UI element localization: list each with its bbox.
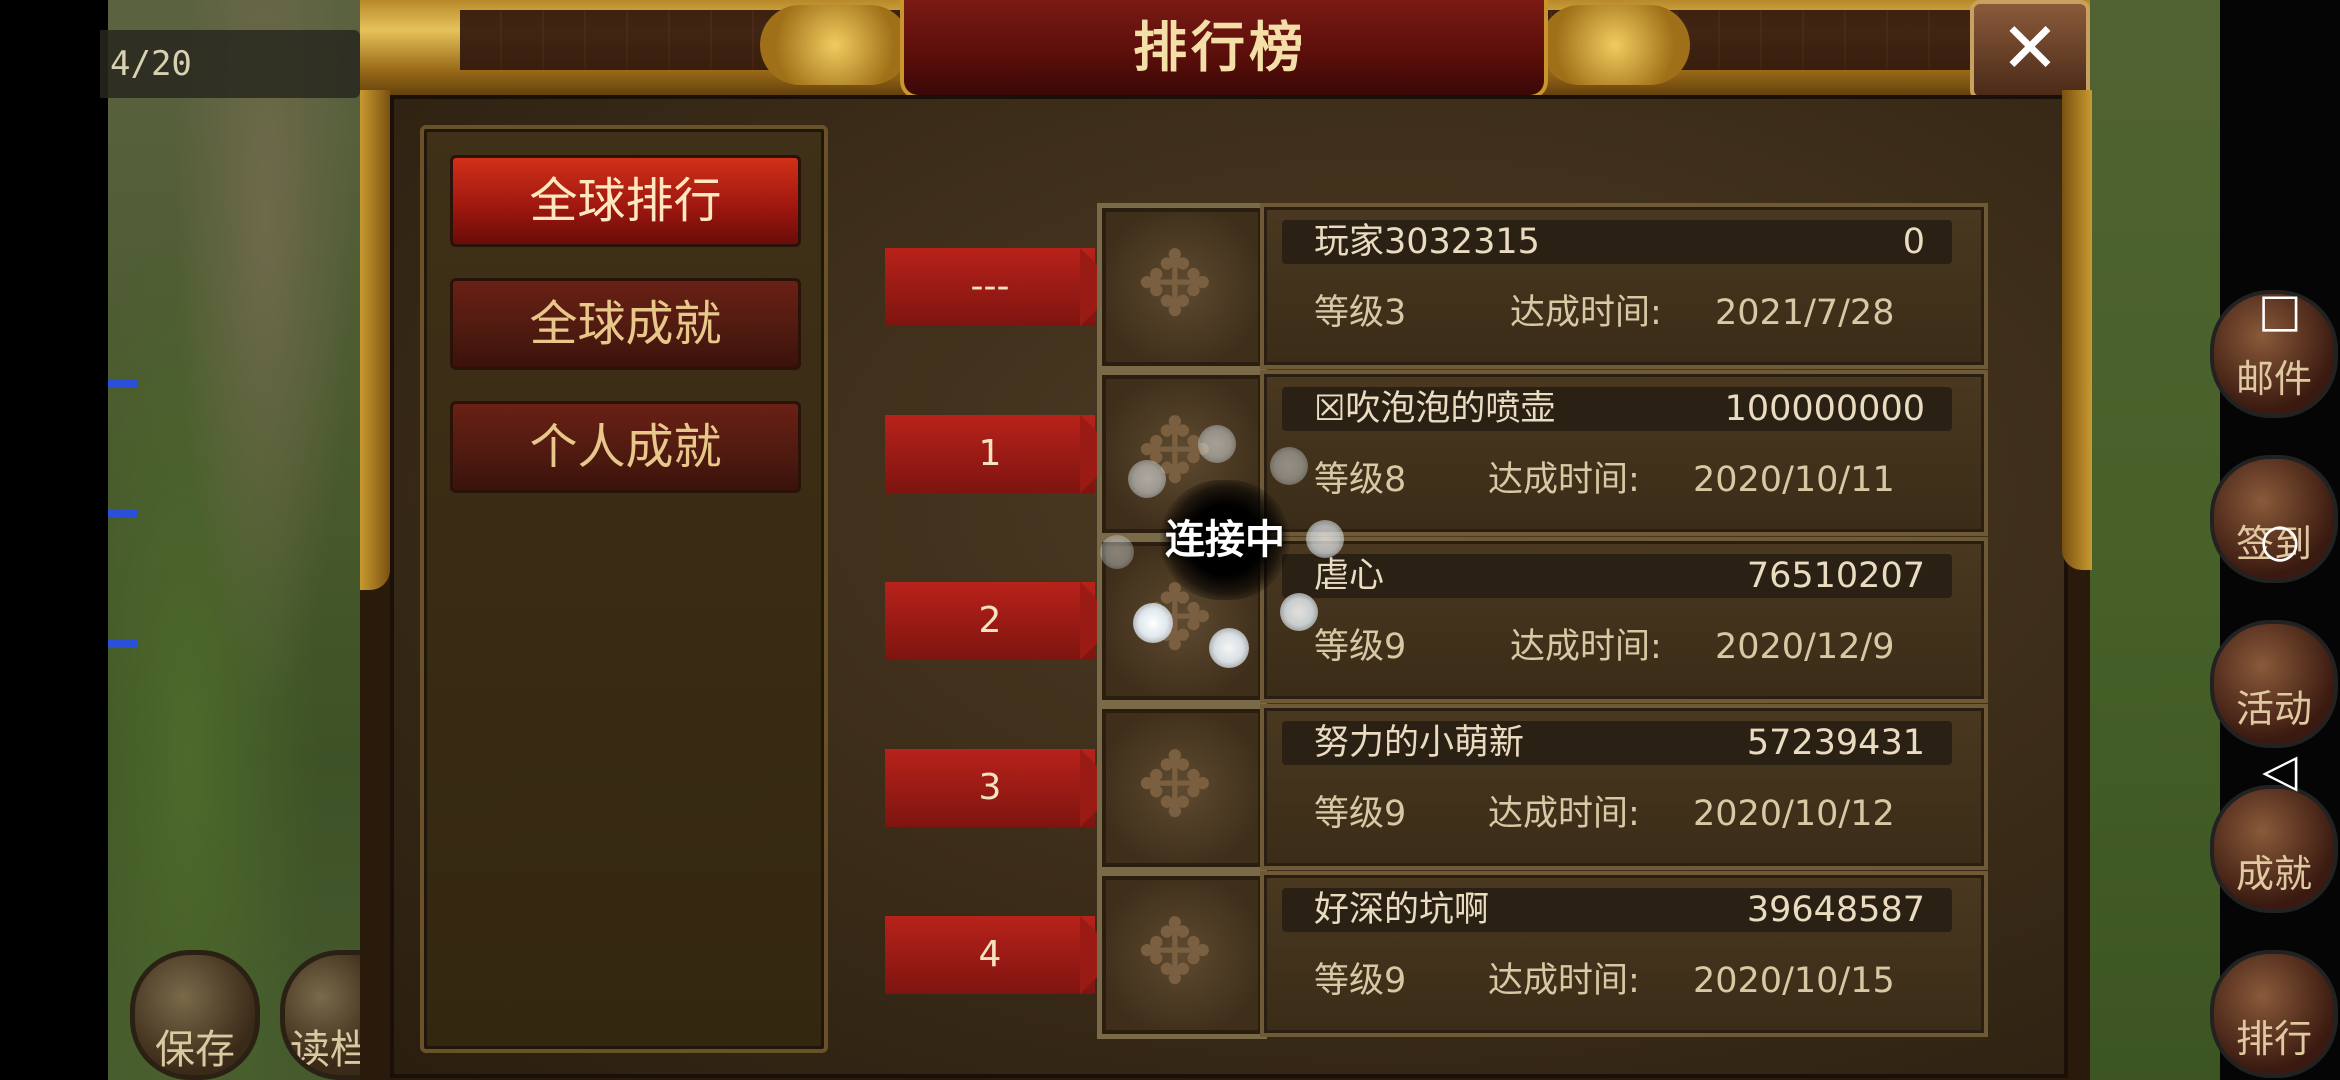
player-level: 等级9 [1314, 794, 1407, 834]
avatar-emblem-icon: ✥ [1137, 733, 1213, 838]
player-level: 等级9 [1314, 627, 1407, 667]
unit-marker [108, 640, 138, 648]
loading-dot-icon [1133, 603, 1173, 643]
loading-text: 连接中 [1165, 517, 1285, 563]
player-level: 等级8 [1314, 460, 1407, 500]
loading-dot-icon [1280, 593, 1318, 631]
save-button[interactable]: 保存 [130, 950, 260, 1080]
tab-global-achievement[interactable]: 全球成就 [450, 278, 801, 370]
game-map-background-right [2080, 0, 2220, 1080]
rank-tag: 3 [885, 749, 1095, 827]
player-name: 玩家3032315 [1314, 222, 1540, 262]
player-level: 等级3 [1314, 293, 1407, 333]
avatar-emblem-icon: ✥ [1137, 232, 1213, 337]
game-map-background [108, 0, 370, 1080]
loading-dot-icon [1209, 628, 1249, 668]
home-icon[interactable]: ○ [2255, 515, 2305, 565]
player-score: 100000000 [1724, 389, 1925, 429]
loading-dot-icon [1306, 520, 1344, 558]
rank-tag: 1 [885, 415, 1095, 493]
unit-marker [108, 380, 138, 388]
player-score: 76510207 [1746, 556, 1925, 596]
time-label: 达成时间: [1488, 961, 1640, 1001]
load-button-label: 读档 [290, 1027, 370, 1073]
player-name: ☒吹泡泡的喷壶 [1314, 389, 1556, 429]
player-score: 0 [1902, 222, 1925, 262]
achieve-date: 2020/10/15 [1693, 961, 1895, 1001]
tab-column [420, 125, 828, 1053]
avatar-emblem-icon: ✥ [1137, 900, 1213, 1005]
rank-tag: 2 [885, 582, 1095, 660]
ranking-button-label: 排行 [2235, 1017, 2312, 1061]
rank-tag: --- [885, 248, 1095, 326]
curtain-left [360, 90, 390, 590]
time-label: 达成时间: [1510, 293, 1662, 333]
hud-counter: 4/20 [100, 30, 360, 98]
mail-button-label: 邮件 [2235, 357, 2312, 401]
player-name: 好深的坑啊 [1314, 890, 1490, 930]
header-ornament-right [1540, 5, 1690, 85]
player-level: 等级9 [1314, 961, 1407, 1001]
recent-apps-icon[interactable]: □ [2255, 285, 2305, 335]
tab-personal-achievement[interactable]: 个人成就 [450, 401, 801, 493]
player-name: 努力的小萌新 [1314, 723, 1525, 763]
player-score: 57239431 [1746, 723, 1925, 763]
player-score: 39648587 [1746, 890, 1925, 930]
loading-dot-icon [1128, 460, 1166, 498]
time-label: 达成时间: [1510, 627, 1662, 667]
achievement-button[interactable]: 成就 [2210, 785, 2338, 913]
dialog-title: 排行榜 [1133, 16, 1307, 79]
achieve-date: 2020/10/11 [1693, 460, 1895, 500]
achieve-date: 2020/10/12 [1693, 794, 1895, 834]
achieve-date: 2021/7/28 [1715, 293, 1895, 333]
close-button[interactable]: ✕ [1970, 0, 2090, 100]
loading-dot-icon [1270, 447, 1308, 485]
achievement-button-label: 成就 [2235, 852, 2312, 896]
back-icon[interactable]: ◁ [2255, 745, 2305, 795]
player-name: 虐心 [1314, 556, 1385, 596]
header-ornament-left [760, 5, 910, 85]
loading-dot-icon [1100, 535, 1134, 569]
tab-global-ranking[interactable]: 全球排行 [450, 155, 801, 247]
loading-dot-icon [1198, 425, 1236, 463]
rank-tag: 4 [885, 916, 1095, 994]
curtain-right [2062, 90, 2092, 570]
unit-marker [108, 510, 138, 518]
close-icon: ✕ [2000, 7, 2060, 89]
event-button-label: 活动 [2235, 687, 2312, 731]
time-label: 达成时间: [1488, 794, 1640, 834]
achieve-date: 2020/12/9 [1715, 627, 1895, 667]
event-button[interactable]: 活动 [2210, 620, 2338, 748]
time-label: 达成时间: [1488, 460, 1640, 500]
ranking-button[interactable]: 排行 [2210, 950, 2338, 1078]
save-button-label: 保存 [155, 1027, 235, 1073]
